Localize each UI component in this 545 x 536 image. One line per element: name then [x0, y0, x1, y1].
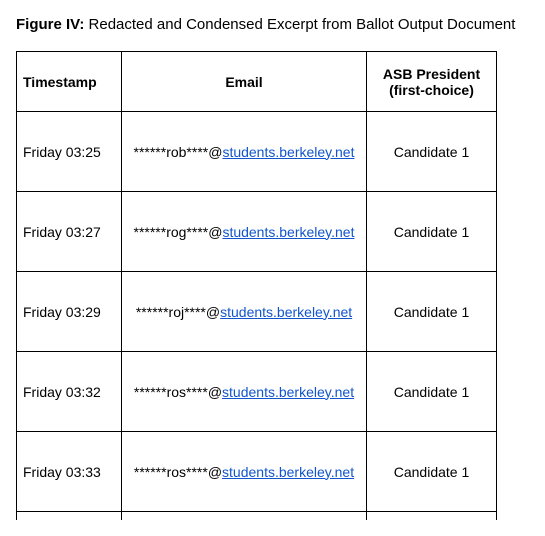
- cell-timestamp: Friday 03:25: [17, 112, 122, 192]
- cell-truncated: [367, 512, 497, 520]
- table-row: Friday 03:32******ros****@students.berke…: [17, 352, 497, 432]
- ballot-table: Timestamp Email ASB President (first-cho…: [16, 51, 497, 520]
- email-prefix: ******rob****@: [134, 144, 223, 160]
- table-row: Friday 03:33******ros****@students.berke…: [17, 432, 497, 512]
- email-domain-link[interactable]: students.berkeley.net: [222, 464, 354, 480]
- email-domain-link[interactable]: students.berkeley.net: [222, 144, 354, 160]
- cell-president: Candidate 1: [367, 192, 497, 272]
- figure-label: Figure IV:: [16, 16, 84, 33]
- cell-president: Candidate 1: [367, 272, 497, 352]
- email-prefix: ******roj****@: [136, 304, 220, 320]
- email-prefix: ******ros****@: [134, 464, 222, 480]
- table-row: Friday 03:27******rog****@students.berke…: [17, 192, 497, 272]
- table-row: Friday 03:25******rob****@students.berke…: [17, 112, 497, 192]
- cell-truncated: [122, 512, 367, 520]
- cell-email: ******ros****@students.berkeley.net: [122, 432, 367, 512]
- figure-title: Figure IV: Redacted and Condensed Excerp…: [16, 16, 529, 33]
- cell-timestamp: Friday 03:27: [17, 192, 122, 272]
- table-row-truncated: [17, 512, 497, 520]
- figure-caption: Redacted and Condensed Excerpt from Ball…: [89, 16, 516, 33]
- cell-email: ******ros****@students.berkeley.net: [122, 352, 367, 432]
- cell-president: Candidate 1: [367, 432, 497, 512]
- email-prefix: ******rog****@: [134, 224, 223, 240]
- email-prefix: ******ros****@: [134, 384, 222, 400]
- cell-truncated: [17, 512, 122, 520]
- header-timestamp: Timestamp: [17, 52, 122, 112]
- cell-email: ******rob****@students.berkeley.net: [122, 112, 367, 192]
- cell-email: ******rog****@students.berkeley.net: [122, 192, 367, 272]
- cell-president: Candidate 1: [367, 112, 497, 192]
- cell-president: Candidate 1: [367, 352, 497, 432]
- email-domain-link[interactable]: students.berkeley.net: [222, 224, 354, 240]
- header-email: Email: [122, 52, 367, 112]
- cell-timestamp: Friday 03:33: [17, 432, 122, 512]
- email-domain-link[interactable]: students.berkeley.net: [222, 384, 354, 400]
- email-domain-link[interactable]: students.berkeley.net: [220, 304, 352, 320]
- table-header-row: Timestamp Email ASB President (first-cho…: [17, 52, 497, 112]
- cell-email: ******roj****@students.berkeley.net: [122, 272, 367, 352]
- header-president: ASB President (first-choice): [367, 52, 497, 112]
- cell-timestamp: Friday 03:29: [17, 272, 122, 352]
- cell-timestamp: Friday 03:32: [17, 352, 122, 432]
- table-row: Friday 03:29******roj****@students.berke…: [17, 272, 497, 352]
